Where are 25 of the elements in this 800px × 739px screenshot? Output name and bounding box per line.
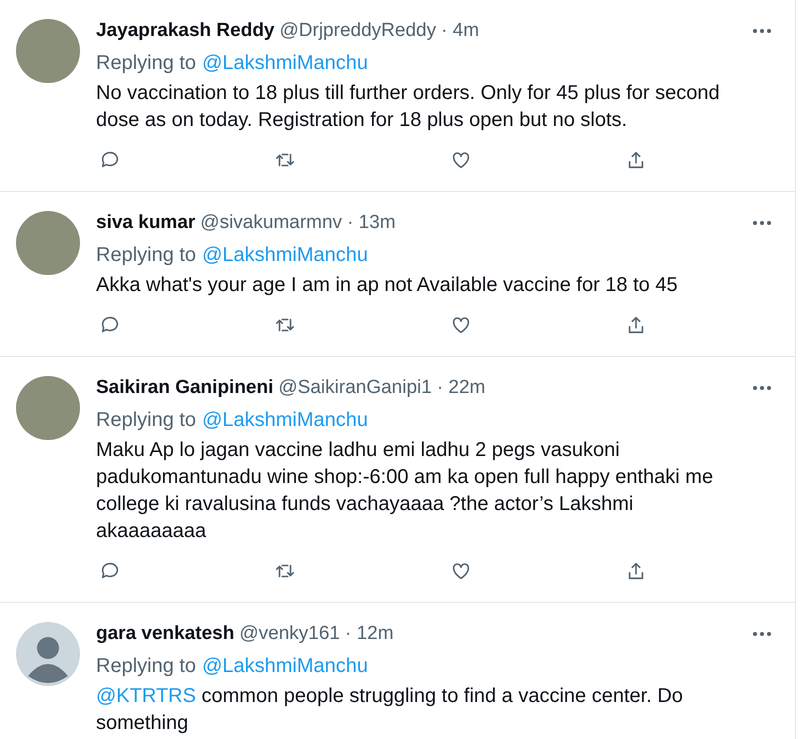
user-name[interactable]: gara venkatesh (96, 622, 234, 646)
user-name[interactable]: siva kumar (96, 211, 196, 235)
replying-to-label: Replying to (96, 243, 196, 267)
default-avatar-icon[interactable] (16, 622, 80, 686)
more-options-icon[interactable] (753, 29, 771, 33)
replying-to-label: Replying to (96, 654, 196, 678)
user-name[interactable]: Jayaprakash Reddy (96, 19, 274, 43)
tweet-time[interactable]: · 12m (344, 622, 394, 646)
more-options-icon[interactable] (753, 386, 771, 390)
user-handle[interactable]: @venky161 (239, 622, 340, 646)
tweet-time[interactable]: · 13m (347, 211, 396, 235)
tweet-text: Akka what's your age I am in ap not Available vaccine for 18 to 45 (96, 273, 679, 298)
user-handle[interactable]: @DrjpreddyReddy (280, 19, 436, 43)
tweet-time[interactable]: · 4m (441, 19, 480, 43)
replying-to-label: Replying to (96, 51, 196, 75)
tweet-text: No vaccination to 18 plus till further orders. Only for 45 plus for second dose as on today. Registration for 18 plus open but no slots. (96, 81, 721, 133)
user-handle[interactable]: @sivakumarmnv (200, 211, 342, 235)
more-options-icon[interactable] (753, 632, 771, 636)
tweet-time[interactable]: · 22m (436, 376, 486, 400)
more-options-icon[interactable] (753, 221, 771, 225)
replying-to-label: Replying to (96, 408, 196, 432)
user-name[interactable]: Saikiran Ganipineni (96, 376, 274, 400)
tweet-text: Maku Ap lo jagan vaccine ladhu emi ladhu 2 pegs vasukoni padukomantunadu wine shop:-6:00 am ka open full happy enthaki me college ki ravalusina funds vachayaaaa ?the actor’s Lakshmi akaaaaaaaa (96, 438, 714, 544)
tweet-text: @KTRTRS common people struggling to find a vaccine center. Do something (96, 684, 684, 736)
user-handle[interactable]: @SaikiranGanipi1 (278, 376, 432, 400)
